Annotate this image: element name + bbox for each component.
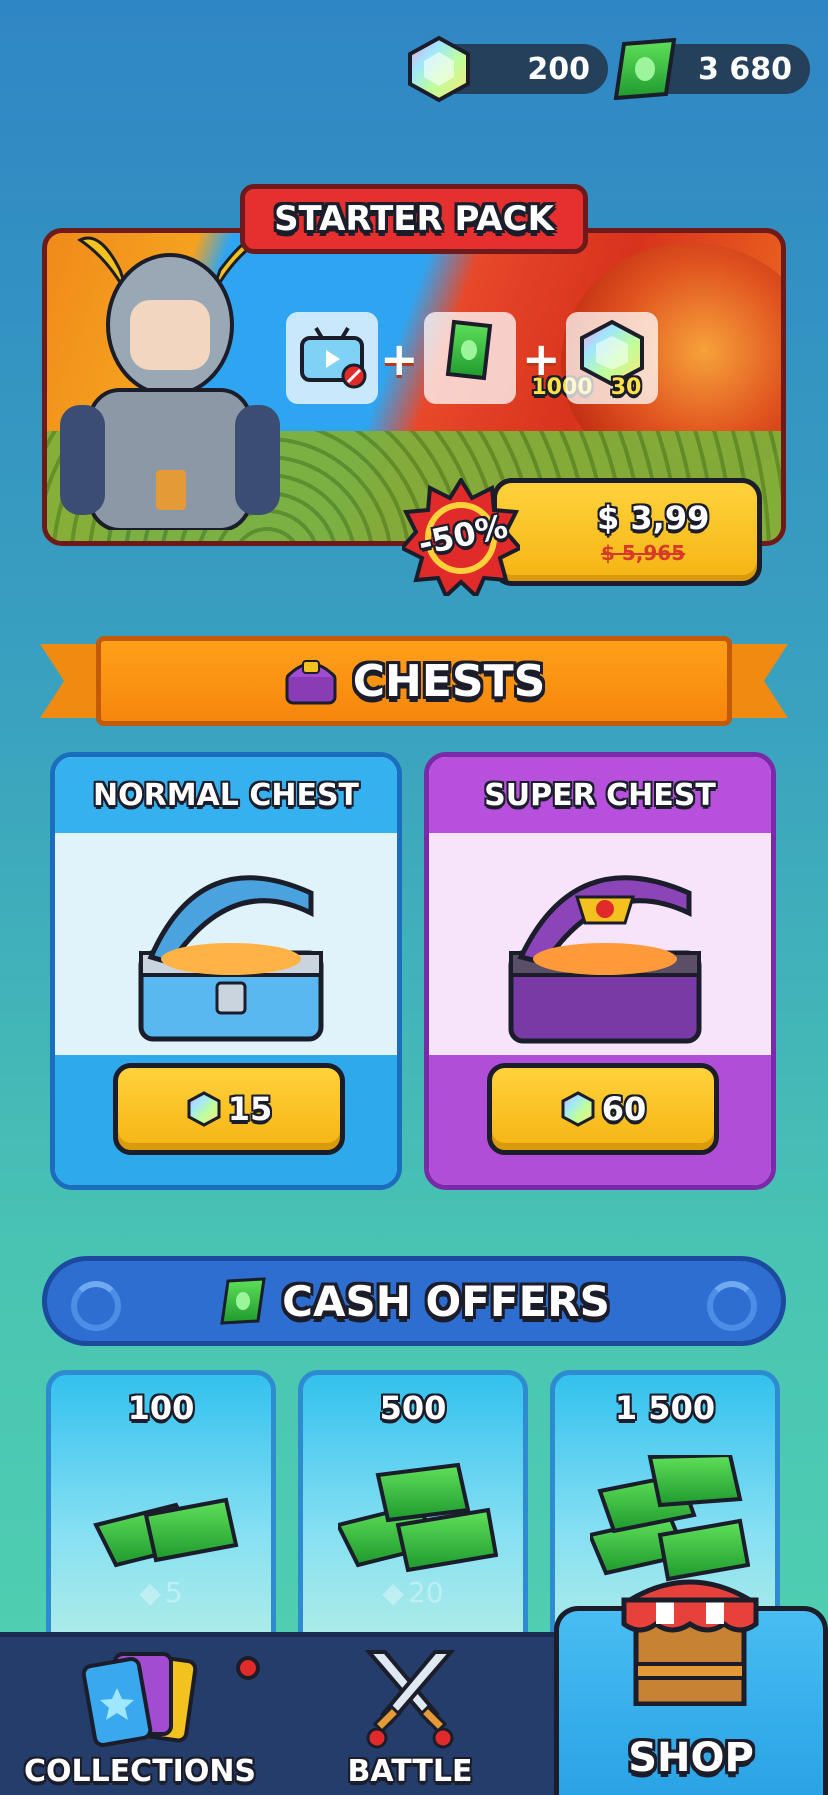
normal-chest-buy-button[interactable]: 15 <box>113 1063 345 1155</box>
gem-icon: ◆ <box>139 1576 161 1609</box>
cash-offer-amount: 100 <box>127 1389 195 1427</box>
gem-icon <box>408 35 470 103</box>
super-chest-price: 60 <box>601 1090 647 1128</box>
nav-collections[interactable]: COLLECTIONS <box>20 1632 260 1795</box>
tv-no-ads-icon <box>300 326 367 389</box>
cash-offer-amount: 1 500 <box>614 1389 716 1427</box>
gem-icon <box>561 1091 595 1127</box>
shop-stall-icon <box>620 1579 760 1706</box>
cash-offers-title: CASH OFFERS <box>282 1276 610 1326</box>
reward-gems: 30 <box>566 312 658 404</box>
normal-chest-card[interactable]: NORMAL CHEST 15 <box>50 752 402 1190</box>
normal-chest-price: 15 <box>227 1090 273 1128</box>
nav-battle-label: BATTLE <box>347 1754 473 1789</box>
cash-offer-card[interactable]: 100 ◆ 5 <box>46 1370 276 1670</box>
cards-icon <box>81 1652 198 1747</box>
cash-icon <box>445 319 493 381</box>
discount-badge: -50% <box>398 476 524 600</box>
super-chest-footer: 60 <box>429 1055 771 1185</box>
crossed-swords-icon <box>364 1650 456 1749</box>
normal-chest-header: NORMAL CHEST <box>55 757 397 833</box>
nav-battle[interactable]: BATTLE <box>320 1632 500 1795</box>
reward-cash: 1000 <box>424 312 593 404</box>
notification-badge <box>236 1656 260 1680</box>
plus-sign: + <box>380 332 419 386</box>
starter-pack-buy-button[interactable]: $ 3,99 $ 5,965 <box>492 478 762 586</box>
cash-stack-icon <box>93 1497 239 1568</box>
cash-stack-icon <box>338 1462 498 1573</box>
cash-icon <box>613 38 677 100</box>
cash-offers-section-header: CASH OFFERS <box>42 1256 786 1346</box>
swirl-decoration-icon <box>71 1281 121 1331</box>
gem-icon <box>187 1091 221 1127</box>
swirl-decoration-icon <box>707 1281 757 1331</box>
chests-section-header: CHESTS <box>96 636 732 726</box>
cash-offer-price: ◆ 5 <box>139 1576 183 1609</box>
starter-pack-title-banner: STARTER PACK <box>240 184 588 254</box>
gem-icon: ◆ <box>382 1576 404 1609</box>
nav-shop-label: SHOP <box>628 1735 754 1781</box>
normal-chest-title: NORMAL CHEST <box>92 777 360 813</box>
normal-chest-footer: 15 <box>55 1055 397 1185</box>
super-chest-card[interactable]: SUPER CHEST 60 <box>424 752 776 1190</box>
starter-pack-old-price: $ 5,965 <box>601 541 686 565</box>
chest-icon <box>285 660 337 705</box>
knight-character-art <box>60 236 280 530</box>
cash-icon <box>220 1277 266 1325</box>
cash-offer-amount: 500 <box>379 1389 447 1427</box>
cash-offer-price: ◆ 20 <box>382 1576 444 1609</box>
normal-chest-icon <box>138 875 324 1042</box>
cash-balance-value: 3 680 <box>698 52 792 87</box>
starter-pack-price: $ 3,99 <box>597 499 710 537</box>
super-chest-icon <box>508 875 702 1044</box>
reward-gems-amount: 30 <box>610 375 642 400</box>
super-chest-buy-button[interactable]: 60 <box>487 1063 719 1155</box>
reward-no-ads <box>286 312 378 404</box>
plus-sign: + <box>522 332 561 386</box>
starter-pack-title: STARTER PACK <box>274 199 554 239</box>
super-chest-title: SUPER CHEST <box>484 777 716 813</box>
cash-stack-icon <box>590 1455 750 1582</box>
cash-offer-card[interactable]: 500 ◆ 20 <box>298 1370 528 1670</box>
gem-balance-value: 200 <box>527 52 590 87</box>
super-chest-header: SUPER CHEST <box>429 757 771 833</box>
chests-title: CHESTS <box>352 655 546 707</box>
nav-collections-label: COLLECTIONS <box>23 1754 257 1789</box>
